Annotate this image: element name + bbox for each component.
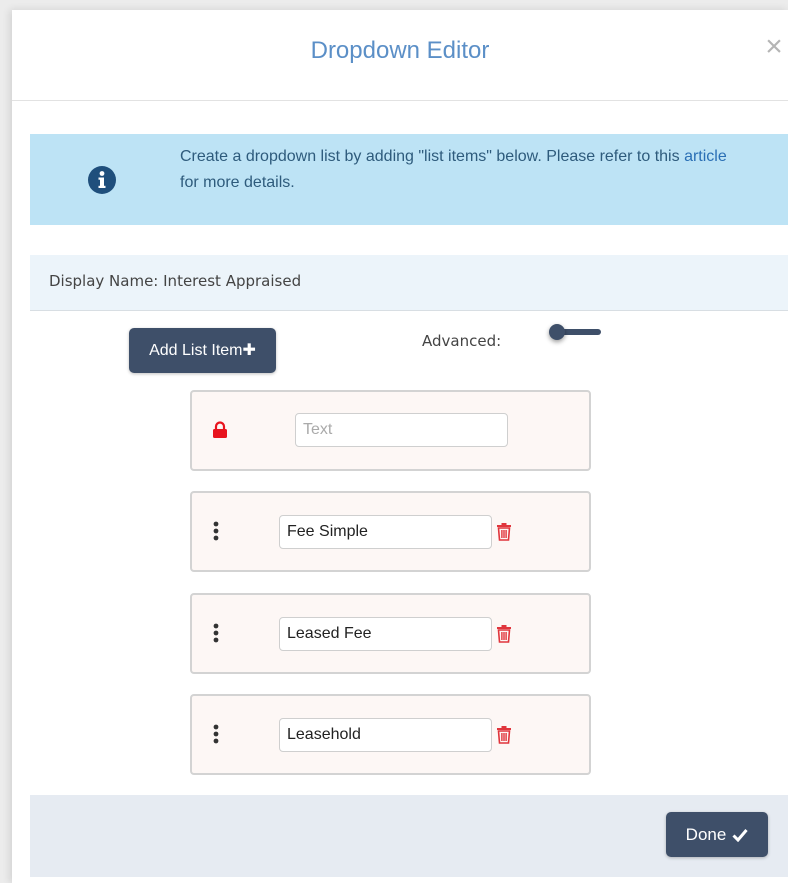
info-text-before: Create a dropdown list by adding "list i… bbox=[180, 148, 685, 165]
dropdown-editor-dialog: Dropdown Editor × Create a dropdown list… bbox=[12, 10, 788, 883]
dialog-title: Dropdown Editor bbox=[310, 37, 490, 64]
lock-icon bbox=[213, 421, 227, 438]
list-item bbox=[190, 491, 591, 572]
list-item bbox=[190, 593, 591, 674]
drag-handle-icon[interactable] bbox=[212, 622, 220, 644]
list-item-locked bbox=[190, 390, 591, 471]
display-name-label: Display Name: Interest Appraised bbox=[49, 272, 302, 290]
display-name-bar: Display Name: Interest Appraised bbox=[30, 255, 788, 311]
dialog-header: Dropdown Editor × bbox=[12, 10, 788, 101]
article-link[interactable]: article bbox=[684, 148, 727, 165]
toggle-knob bbox=[549, 324, 565, 340]
dialog-footer: Done bbox=[30, 795, 788, 877]
info-message: Create a dropdown list by adding "list i… bbox=[180, 144, 740, 196]
drag-handle-icon[interactable] bbox=[212, 520, 220, 542]
info-circle-icon bbox=[88, 166, 116, 194]
add-list-item-button[interactable]: Add List Item✚ bbox=[129, 328, 276, 373]
item-text-input[interactable] bbox=[295, 413, 508, 447]
close-button[interactable]: × bbox=[760, 32, 788, 62]
checkmark-icon bbox=[732, 829, 748, 843]
info-box: Create a dropdown list by adding "list i… bbox=[30, 134, 788, 225]
drag-handle-icon[interactable] bbox=[212, 723, 220, 745]
add-list-item-label: Add List Item bbox=[149, 342, 243, 359]
done-button[interactable]: Done bbox=[666, 812, 768, 857]
done-label: Done bbox=[685, 825, 727, 844]
advanced-toggle[interactable] bbox=[549, 323, 605, 343]
info-text-after: for more details. bbox=[180, 174, 295, 191]
advanced-label: Advanced: bbox=[422, 332, 502, 350]
trash-icon[interactable] bbox=[496, 625, 512, 643]
trash-icon[interactable] bbox=[496, 726, 512, 744]
plus-icon: ✚ bbox=[242, 342, 256, 359]
item-value-input[interactable] bbox=[279, 718, 492, 752]
trash-icon[interactable] bbox=[496, 523, 512, 541]
item-value-input[interactable] bbox=[279, 617, 492, 651]
close-icon: × bbox=[765, 30, 783, 63]
list-item bbox=[190, 694, 591, 775]
item-value-input[interactable] bbox=[279, 515, 492, 549]
